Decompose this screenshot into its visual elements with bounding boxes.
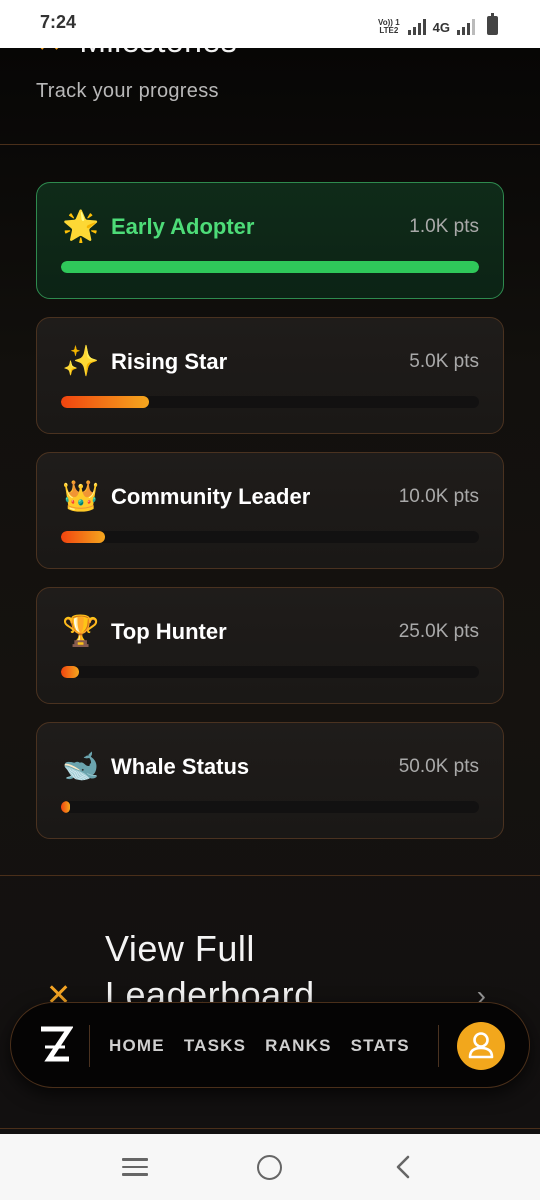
divider [0, 1128, 540, 1129]
recents-icon[interactable] [122, 1158, 148, 1176]
milestone-title: Rising Star [111, 349, 228, 374]
nav-divider [438, 1025, 439, 1067]
nav-tasks[interactable]: TASKS [184, 1036, 246, 1056]
progress-bar [61, 261, 479, 273]
progress-fill [61, 801, 70, 813]
milestone-card[interactable]: 🐋 Whale Status 50.0K pts [36, 722, 504, 839]
milestone-card[interactable]: 🌟 Early Adopter 1.0K pts [36, 182, 504, 299]
user-icon [468, 1032, 494, 1059]
signal-icon [407, 19, 426, 35]
status-bar: 7:24 Vo)) 1 LTE2 4G [0, 0, 540, 48]
z-logo-icon[interactable] [37, 1025, 74, 1065]
signal-icon-2 [457, 19, 475, 35]
progress-fill [61, 666, 79, 678]
x-icon: ✕ [36, 48, 63, 59]
system-nav-bar [0, 1134, 540, 1200]
network-type-label: 4G [432, 20, 450, 35]
progress-fill [61, 531, 105, 543]
milestone-card[interactable]: ✨ Rising Star 5.0K pts [36, 317, 504, 434]
nav-home[interactable]: HOME [109, 1036, 165, 1056]
whale-icon: 🐋 [62, 750, 100, 783]
progress-bar [61, 396, 479, 408]
milestone-title: Early Adopter [111, 214, 255, 239]
progress-fill [61, 261, 479, 273]
crown-icon: 👑 [62, 480, 100, 513]
divider [0, 875, 540, 876]
sparkles-icon: ✨ [62, 345, 100, 378]
divider [0, 144, 540, 145]
milestone-card[interactable]: 🏆 Top Hunter 25.0K pts [36, 587, 504, 704]
milestone-points: 25.0K pts [398, 621, 479, 642]
milestone-list: 🌟 Early Adopter 1.0K pts ✨ Rising Star 5… [36, 182, 504, 857]
progress-fill [61, 396, 149, 408]
progress-bar [61, 666, 479, 678]
progress-bar [61, 531, 479, 543]
milestone-points: 1.0K pts [409, 216, 479, 237]
trophy-icon: 🏆 [62, 615, 100, 648]
milestone-card[interactable]: 👑 Community Leader 10.0K pts [36, 452, 504, 569]
nav-divider [89, 1025, 90, 1067]
milestone-points: 50.0K pts [398, 756, 479, 777]
page-title: ✕Milestones [36, 48, 237, 60]
milestone-points: 5.0K pts [409, 351, 479, 372]
battery-icon [487, 13, 498, 35]
page-subtitle: Track your progress [36, 80, 219, 102]
profile-button[interactable] [457, 1022, 505, 1070]
volte-indicator: Vo)) 1 LTE2 [378, 18, 400, 35]
milestone-points: 10.0K pts [398, 486, 479, 507]
nav-menu: HOME TASKS RANKS STATS [109, 1003, 410, 1089]
milestone-title: Community Leader [111, 484, 311, 509]
glowing-star-icon: 🌟 [62, 210, 100, 243]
milestone-title: Whale Status [111, 754, 250, 779]
status-time: 7:24 [40, 12, 77, 32]
nav-stats[interactable]: STATS [351, 1036, 410, 1056]
milestone-title: Top Hunter [111, 619, 227, 644]
app-screen: ✕Milestones Track your progress 🌟 Early … [0, 48, 540, 1134]
back-icon[interactable] [392, 1154, 416, 1180]
nav-ranks[interactable]: RANKS [265, 1036, 331, 1056]
status-icons: Vo)) 1 LTE2 4G [378, 13, 498, 35]
progress-bar [61, 801, 479, 813]
home-icon[interactable] [257, 1155, 282, 1180]
bottom-nav: HOME TASKS RANKS STATS [10, 1002, 530, 1088]
